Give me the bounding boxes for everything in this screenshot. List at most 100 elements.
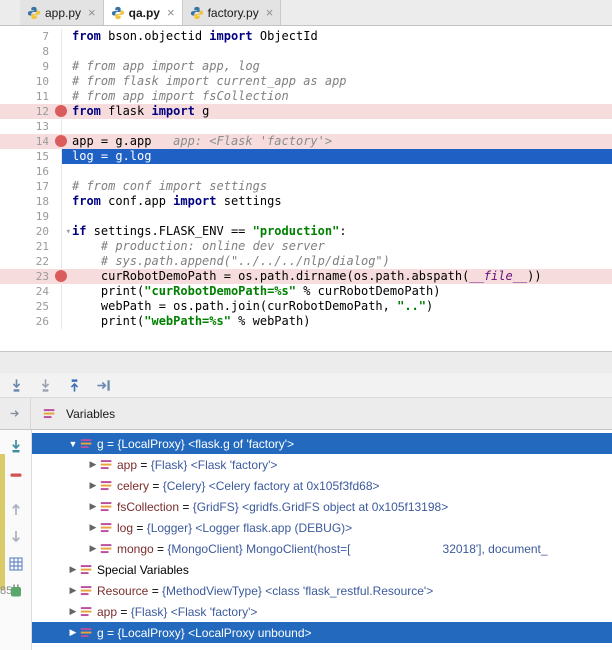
debug-side-toolbar: 85 (0, 430, 32, 650)
variable-type: {MongoClient} (167, 541, 247, 556)
expand-arrow-icon[interactable]: ▶ (86, 480, 100, 491)
expand-arrow-icon[interactable]: ▶ (66, 585, 80, 596)
code-line: 26 print("webPath=%s" % webPath) (0, 314, 612, 329)
editor-gutter[interactable]: 24 (0, 284, 62, 299)
variable-row[interactable]: ▶ celery = {Celery} <Celery factory at 0x… (32, 475, 612, 496)
editor-gutter[interactable]: 12 (0, 104, 67, 119)
editor-debugger-splitter[interactable] (0, 351, 612, 373)
tab-variables-label: Variables (66, 406, 116, 421)
expand-arrow-icon[interactable]: ▶ (86, 459, 100, 470)
editor-gutter[interactable]: 17 (0, 179, 62, 194)
code-text[interactable]: print("curRobotDemoPath=%s" % curRobotDe… (62, 284, 612, 299)
code-text[interactable] (62, 119, 612, 134)
variable-row[interactable]: ▶ log = {Logger} <Logger flask.app (DEBUG… (32, 517, 612, 538)
editor-gutter[interactable]: 10 (0, 74, 62, 89)
expand-arrow-icon[interactable]: ▶ (86, 543, 100, 554)
close-tab-icon[interactable]: × (167, 6, 175, 19)
redacted-value (350, 542, 443, 555)
editor-gutter[interactable]: 11 (0, 89, 62, 104)
up-arrow-icon[interactable] (8, 501, 24, 517)
expand-arrow-icon[interactable]: ▶ (66, 564, 80, 575)
code-text[interactable]: # from flask import current_app as app (62, 74, 612, 89)
editor-gutter[interactable]: 15 (0, 149, 62, 164)
code-text[interactable]: print("webPath=%s" % webPath) (62, 314, 612, 329)
editor-gutter[interactable]: 7 (0, 29, 62, 44)
expand-arrow-icon[interactable]: ▶ (66, 606, 80, 617)
editor-gutter[interactable]: 20 ▾ (0, 224, 71, 239)
equals-sign: = (149, 478, 163, 493)
line-number: 20 (35, 225, 49, 238)
code-editor: 7 from bson.objectid import ObjectId 8 9 # f… (0, 26, 612, 351)
step-into-icon[interactable] (8, 377, 25, 394)
editor-gutter[interactable]: 8 (0, 44, 62, 59)
down-arrow-icon[interactable] (8, 529, 24, 545)
editor-gutter[interactable]: 23 (0, 269, 67, 284)
code-text[interactable]: from bson.objectid import ObjectId (62, 29, 612, 44)
editor-gutter[interactable]: 16 (0, 164, 62, 179)
line-number: 25 (35, 300, 49, 313)
breakpoint-icon[interactable] (55, 135, 67, 147)
python-file-icon (190, 6, 204, 20)
variable-name: celery (117, 478, 150, 493)
code-text[interactable]: log = g.log (62, 149, 612, 164)
code-text[interactable] (62, 44, 612, 59)
code-line: 18 from conf.app import settings (0, 194, 612, 209)
close-tab-icon[interactable]: × (88, 6, 96, 19)
editor-gutter[interactable]: 21 (0, 239, 62, 254)
tab-variables[interactable]: Variables (31, 398, 127, 429)
variable-type: {LocalProxy} (117, 436, 189, 451)
variable-row[interactable]: ▶ g = {LocalProxy} <LocalProxy unbound> (32, 622, 612, 643)
breakpoint-icon[interactable] (55, 270, 67, 282)
editor-gutter[interactable]: 14 (0, 134, 67, 149)
code-text[interactable]: from flask import g (62, 104, 612, 119)
code-text[interactable]: # sys.path.append("../../../nlp/dialog") (62, 254, 612, 269)
fold-arrow-icon[interactable]: ▾ (66, 225, 71, 240)
plugin-icon[interactable] (8, 583, 24, 599)
variable-row[interactable]: ▶ app = {Flask} <Flask 'factory'> (32, 454, 612, 475)
code-text[interactable]: # production: online dev server (62, 239, 612, 254)
code-text[interactable]: # from app import fsCollection (62, 89, 612, 104)
code-text[interactable]: webPath = os.path.join(curRobotDemoPath,… (62, 299, 612, 314)
step-out-icon[interactable] (66, 377, 83, 394)
editor-gutter[interactable]: 19 (0, 209, 62, 224)
expand-arrow-icon[interactable]: ▶ (86, 501, 100, 512)
variable-row[interactable]: ▶ fsCollection = {GridFS} <gridfs.GridFS … (32, 496, 612, 517)
code-line: 16 (0, 164, 612, 179)
minus-icon[interactable] (8, 467, 24, 483)
editor-gutter[interactable]: 22 (0, 254, 62, 269)
grid-icon[interactable] (8, 556, 24, 572)
variable-row[interactable]: ▶ app = {Flask} <Flask 'factory'> (32, 601, 612, 622)
step-into-my-code-icon[interactable] (37, 377, 54, 394)
code-text[interactable]: curRobotDemoPath = os.path.dirname(os.pa… (62, 269, 612, 284)
editor-tab[interactable]: qa.py × (103, 0, 183, 25)
collapse-arrow-icon[interactable]: ▼ (66, 439, 80, 449)
expand-arrow-icon[interactable]: ▶ (86, 522, 100, 533)
code-text[interactable]: app = g.app app: <Flask 'factory'> (62, 134, 612, 149)
code-text[interactable]: if settings.FLASK_ENV == "production": (62, 224, 612, 239)
frames-arrow-icon[interactable] (0, 398, 31, 429)
editor-tab[interactable]: app.py × (20, 0, 104, 25)
code-text[interactable] (62, 209, 612, 224)
variable-row[interactable]: ▶ Resource = {MethodViewType} <class 'fla… (32, 580, 612, 601)
variable-name: mongo (117, 541, 154, 556)
run-to-cursor-icon[interactable] (95, 377, 112, 394)
line-number: 26 (35, 315, 49, 328)
editor-gutter[interactable]: 25 (0, 299, 62, 314)
code-text[interactable] (62, 164, 612, 179)
editor-gutter[interactable]: 9 (0, 59, 62, 74)
expand-arrow-icon[interactable]: ▶ (66, 627, 80, 638)
editor-gutter[interactable]: 13 (0, 119, 62, 134)
editor-gutter[interactable]: 26 (0, 314, 62, 329)
breakpoint-icon[interactable] (55, 105, 67, 117)
variable-type: {MethodViewType} (162, 583, 266, 598)
editor-tab[interactable]: factory.py × (182, 0, 282, 25)
code-text[interactable]: # from conf import settings (62, 179, 612, 194)
show-execution-point-icon[interactable] (8, 438, 24, 454)
editor-gutter[interactable]: 18 (0, 194, 62, 209)
variable-row[interactable]: ▶ mongo = {MongoClient} MongoClient(host=… (32, 538, 612, 559)
close-tab-icon[interactable]: × (266, 6, 274, 19)
variable-row[interactable]: ▶ Special Variables (32, 559, 612, 580)
code-text[interactable]: # from app import app, log (62, 59, 612, 74)
variable-row[interactable]: ▼ g = {LocalProxy} <flask.g of 'factory'> (32, 433, 612, 454)
code-text[interactable]: from conf.app import settings (62, 194, 612, 209)
